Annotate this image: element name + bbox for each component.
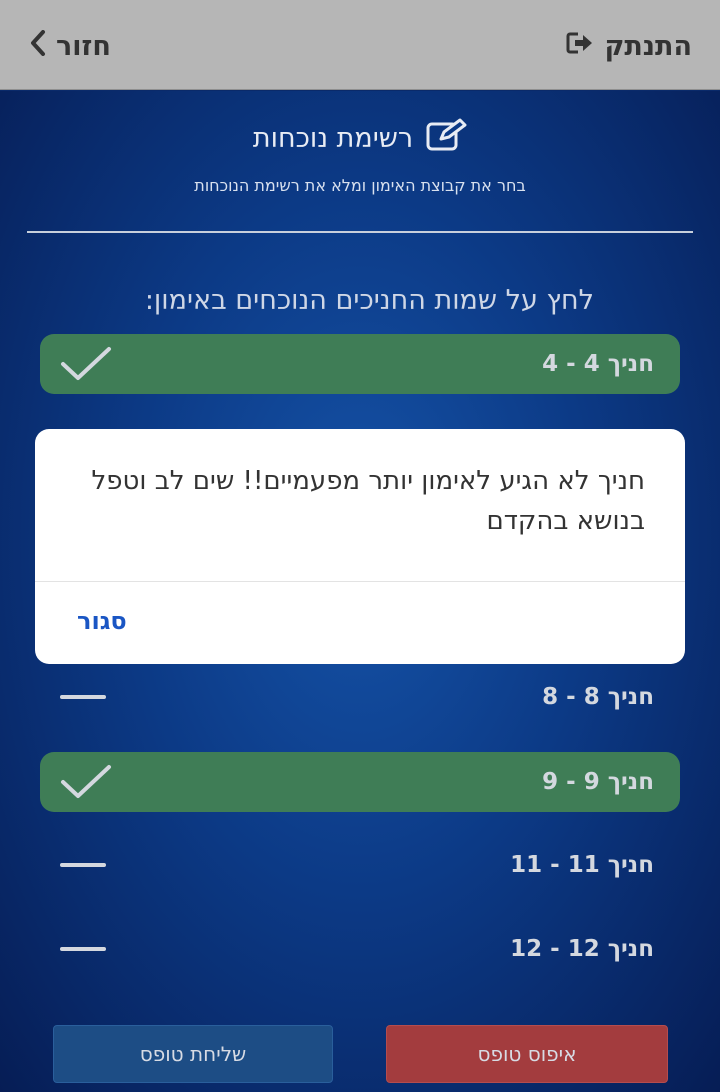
trainee-name: חניך 8 - 8 [542,684,654,710]
chevron-left-icon [30,29,46,63]
check-icon [61,347,111,380]
top-bar: התנתק חזור [0,0,720,90]
dash-icon [60,947,106,951]
trainee-item[interactable]: חניך 12 - 12 [40,919,680,979]
alert-dialog: חניך לא הגיע לאימון יותר מפעמיים!! שים ל… [35,429,685,664]
back-label: חזור [56,30,111,62]
main-content: רשימת נוכחות בחר את קבוצת האימון ומלא את… [0,91,720,1092]
close-button[interactable]: סגור [77,607,127,635]
trainee-item[interactable]: חניך 9 - 9 [40,752,680,812]
dash-icon [60,695,106,699]
check-icon [61,765,111,798]
trainee-name: חניך 12 - 12 [510,936,654,962]
reset-form-button[interactable]: איפוס טופס [386,1025,668,1083]
trainee-item[interactable]: חניך 8 - 8 [40,667,680,727]
back-button[interactable]: חזור [30,26,111,66]
trainee-name: חניך 4 - 4 [542,351,654,377]
logout-label: התנתק [604,30,692,62]
trainee-item[interactable]: חניך 4 - 4 [40,334,680,394]
logout-button[interactable]: התנתק [566,26,692,66]
trainee-item[interactable]: חניך 11 - 11 [40,835,680,895]
trainee-name: חניך 9 - 9 [542,769,654,795]
dash-icon [60,863,106,867]
sign-out-icon [566,31,594,62]
trainee-name: חניך 11 - 11 [510,852,654,878]
dialog-divider [35,581,685,582]
alert-message: חניך לא הגיע לאימון יותר מפעמיים!! שים ל… [91,466,645,536]
send-form-button[interactable]: שליחת טופס [53,1025,333,1083]
